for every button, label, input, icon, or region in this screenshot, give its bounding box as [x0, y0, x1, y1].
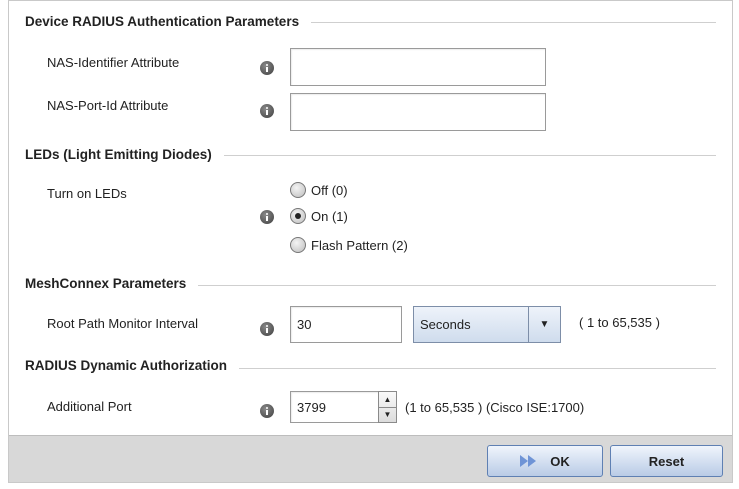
- root-path-interval-input[interactable]: [290, 306, 402, 343]
- root-path-label: Root Path Monitor Interval: [47, 316, 199, 331]
- footer-bar: OK Reset: [9, 435, 732, 482]
- root-path-range: ( 1 to 65,535 ): [579, 315, 660, 330]
- select-value: Seconds: [420, 317, 471, 332]
- info-icon[interactable]: [260, 104, 274, 118]
- section-title-radius: Device RADIUS Authentication Parameters: [25, 14, 312, 29]
- radio-button-selected[interactable]: [290, 208, 306, 224]
- section-title-leds: LEDs (Light Emitting Diodes): [25, 147, 224, 162]
- stepper-up-icon[interactable]: ▲: [379, 392, 396, 408]
- additional-port-range: (1 to 65,535 ) (Cisco ISE:1700): [405, 400, 585, 415]
- interval-unit-select[interactable]: Seconds ▼: [413, 306, 561, 343]
- radio-led-off[interactable]: Off (0): [290, 182, 348, 198]
- info-icon[interactable]: [260, 61, 274, 75]
- info-icon[interactable]: [260, 404, 274, 418]
- info-icon[interactable]: [260, 322, 274, 336]
- caret-down-icon[interactable]: ▼: [528, 307, 560, 342]
- info-icon[interactable]: [260, 210, 274, 224]
- nas-identifier-label: NAS-Identifier Attribute: [47, 55, 180, 70]
- double-arrow-right-icon: [520, 454, 538, 468]
- section-title-dynamic: RADIUS Dynamic Authorization: [25, 358, 240, 373]
- ok-button[interactable]: OK: [487, 445, 603, 477]
- nas-port-id-label: NAS-Port-Id Attribute: [47, 98, 169, 113]
- radio-label: On (1): [311, 208, 348, 224]
- radius-settings-panel: Device RADIUS Authentication Parameters …: [8, 0, 733, 483]
- additional-port-label: Additional Port: [47, 399, 132, 414]
- radio-led-on[interactable]: On (1): [290, 208, 348, 224]
- leds-label: Turn on LEDs: [47, 186, 127, 201]
- radio-button[interactable]: [290, 237, 306, 253]
- nas-identifier-input[interactable]: [290, 48, 546, 86]
- stepper-down-icon[interactable]: ▼: [379, 408, 396, 423]
- port-stepper[interactable]: ▲ ▼: [378, 391, 397, 423]
- reset-label: Reset: [648, 453, 685, 469]
- radio-button[interactable]: [290, 182, 306, 198]
- radio-led-flash[interactable]: Flash Pattern (2): [290, 237, 408, 253]
- radio-label: Flash Pattern (2): [311, 237, 408, 253]
- ok-label: OK: [550, 453, 570, 469]
- nas-port-id-input[interactable]: [290, 93, 546, 131]
- additional-port-input[interactable]: [290, 391, 380, 423]
- section-title-mesh: MeshConnex Parameters: [25, 276, 199, 291]
- radio-label: Off (0): [311, 182, 348, 198]
- reset-button[interactable]: Reset: [610, 445, 723, 477]
